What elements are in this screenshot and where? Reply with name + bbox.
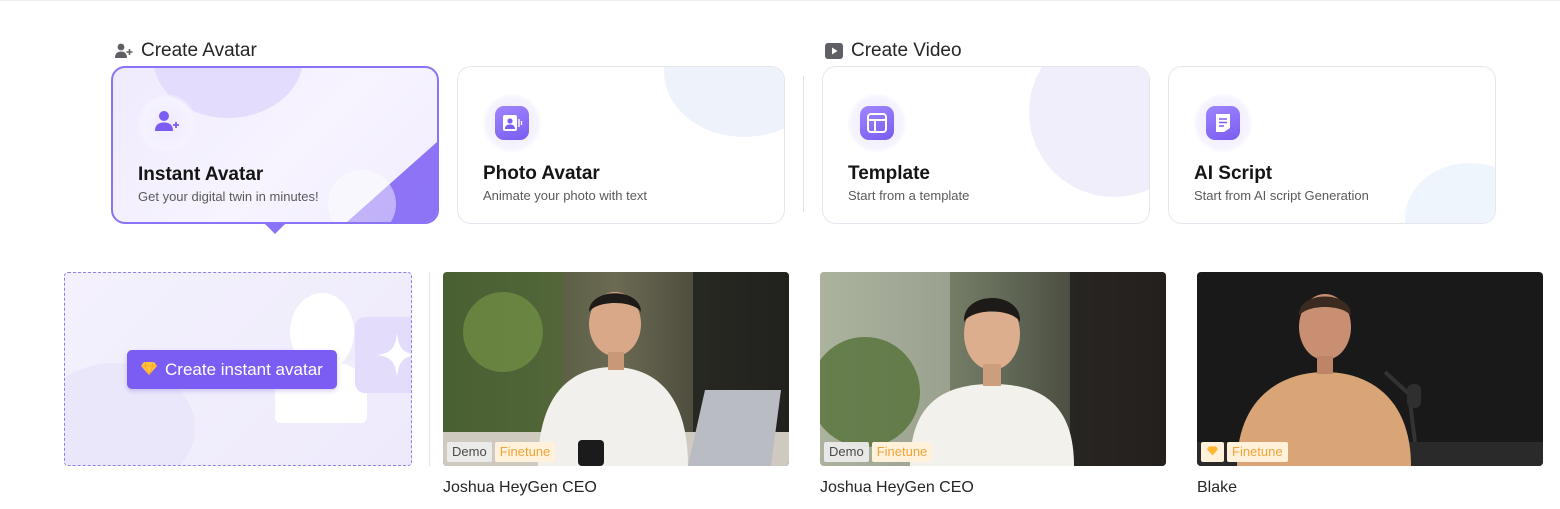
section-divider	[803, 76, 804, 212]
create-video-title: Create Video	[851, 40, 962, 61]
top-divider	[0, 0, 1560, 1]
finetune-tag: Finetune	[871, 442, 933, 462]
photo-avatar-subtitle: Animate your photo with text	[483, 188, 648, 203]
avatar-photo	[1197, 272, 1543, 466]
avatar-tags: Finetune	[1201, 442, 1288, 462]
card-decoration	[1029, 67, 1149, 197]
card-decoration	[664, 67, 784, 137]
card-decoration	[1405, 163, 1495, 223]
finetune-tag: Finetune	[1227, 442, 1288, 462]
avatar-name-2: Joshua HeyGen CEO	[820, 479, 974, 496]
instant-avatar-subtitle: Get your digital twin in minutes!	[138, 189, 319, 204]
create-avatar-title: Create Avatar	[141, 40, 257, 61]
demo-tag: Demo	[447, 442, 492, 462]
demo-tag: Demo	[824, 442, 869, 462]
instant-avatar-icon-wrap	[137, 94, 197, 154]
create-instant-avatar-box[interactable]: Create instant avatar	[64, 272, 412, 466]
ai-script-subtitle: Start from AI script Generation	[1194, 188, 1369, 203]
template-title: Template	[848, 163, 931, 184]
gem-icon	[1201, 442, 1224, 462]
template-card[interactable]: Template Start from a template	[822, 66, 1150, 224]
create-instant-avatar-label: Create instant avatar	[165, 359, 323, 379]
avatar-card-1[interactable]: Demo Finetune	[443, 272, 789, 466]
avatar-tags: Demo Finetune	[447, 442, 556, 462]
avatar-name-3: Blake	[1197, 479, 1238, 496]
create-video-heading: Create Video	[824, 40, 962, 62]
script-icon	[1206, 106, 1240, 140]
avatar-card-2[interactable]: Demo Finetune	[820, 272, 1166, 466]
card-decoration	[328, 142, 437, 222]
template-subtitle: Start from a template	[848, 188, 970, 203]
ai-script-icon-wrap	[1193, 93, 1253, 153]
finetune-tag: Finetune	[494, 442, 556, 462]
gem-icon	[141, 360, 157, 380]
sparkle-box	[355, 317, 411, 393]
photo-avatar-icon	[495, 106, 529, 140]
photo-avatar-card[interactable]: Photo Avatar Animate your photo with tex…	[457, 66, 785, 224]
avatar-photo	[820, 272, 1166, 466]
template-icon	[860, 106, 894, 140]
avatar-photo	[443, 272, 789, 466]
template-icon-wrap	[847, 93, 907, 153]
instant-avatar-card[interactable]: Instant Avatar Get your digital twin in …	[111, 66, 439, 224]
ai-script-card[interactable]: AI Script Start from AI script Generatio…	[1168, 66, 1496, 224]
photo-avatar-icon-wrap	[482, 93, 542, 153]
user-plus-icon	[114, 41, 134, 61]
play-icon	[824, 41, 844, 61]
ai-script-title: AI Script	[1194, 163, 1273, 184]
avatar-name-1: Joshua HeyGen CEO	[443, 479, 597, 496]
photo-avatar-title: Photo Avatar	[483, 163, 600, 184]
selected-pointer	[265, 224, 285, 234]
create-instant-avatar-button[interactable]: Create instant avatar	[127, 350, 337, 389]
user-plus-icon	[150, 105, 184, 144]
instant-avatar-title: Instant Avatar	[138, 164, 264, 185]
list-divider	[429, 272, 430, 466]
avatar-card-3[interactable]: Finetune	[1197, 272, 1543, 466]
create-avatar-heading: Create Avatar	[114, 40, 257, 62]
avatar-tags: Demo Finetune	[824, 442, 933, 462]
